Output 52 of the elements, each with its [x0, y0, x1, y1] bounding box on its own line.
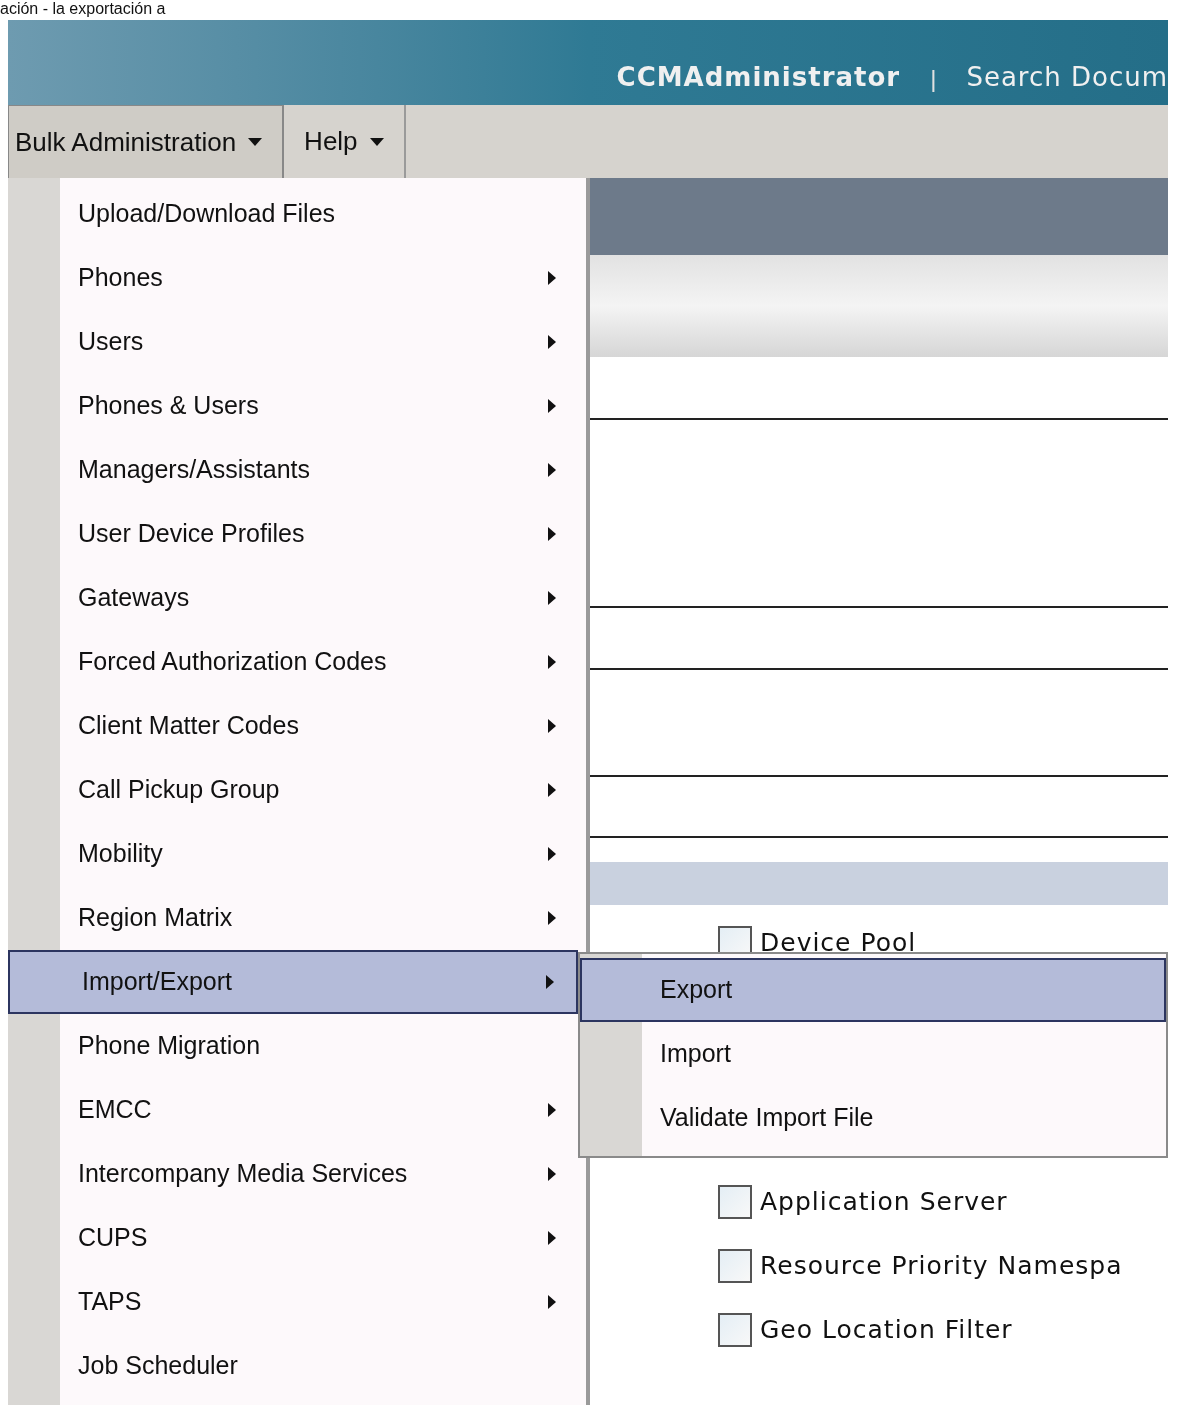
caret-icon [548, 1103, 556, 1117]
caret-icon [548, 1167, 556, 1181]
caret-icon [248, 138, 263, 146]
caret-icon [546, 975, 554, 989]
separator: | [930, 64, 937, 94]
checkbox[interactable] [718, 1249, 752, 1283]
menu-item[interactable]: EMCC [8, 1078, 578, 1142]
menu-item[interactable]: Gateways [8, 566, 578, 630]
menu-item[interactable]: Forced Authorization Codes [8, 630, 578, 694]
caption: ación - la exportación a [0, 0, 166, 18]
menu-item[interactable]: CUPS [8, 1206, 578, 1270]
checkbox-label: Geo Location Filter [760, 1314, 1013, 1347]
menu-item[interactable]: Phone Migration [8, 1014, 578, 1078]
checkbox[interactable] [718, 1185, 752, 1219]
checkbox-label: Application Server [760, 1186, 1008, 1219]
menu-button[interactable]: Bulk Administration [8, 105, 285, 178]
menu-item[interactable]: TAPS [8, 1270, 578, 1334]
menu-item[interactable]: Intercompany Media Services [8, 1142, 578, 1206]
menu-item[interactable]: Import/Export [8, 950, 578, 1014]
checkbox-label: Resource Priority Namespa [760, 1250, 1123, 1283]
caret-icon [369, 137, 384, 146]
submenu-item[interactable]: Export [580, 958, 1166, 1022]
checkbox[interactable] [718, 1313, 752, 1347]
menu-item[interactable]: Client Matter Codes [8, 694, 578, 758]
search-documentation-link[interactable]: Search Docum [966, 58, 1168, 97]
caret-icon [548, 1231, 556, 1245]
checkbox-label: Device Pool [760, 927, 917, 960]
menu-item[interactable]: Job Scheduler [8, 1334, 578, 1398]
menu-item[interactable]: Managers/Assistants [8, 438, 578, 502]
caret-icon [548, 847, 556, 861]
menu-item[interactable]: Region Matrix [8, 886, 578, 950]
menu-item[interactable]: Call Pickup Group [8, 758, 578, 822]
caret-icon [548, 335, 556, 349]
menu-item[interactable]: Phones & Users [8, 374, 578, 438]
caret-icon [548, 399, 556, 413]
submenu-item[interactable]: Import [580, 1022, 1166, 1086]
caret-icon [548, 911, 556, 925]
menu-item[interactable]: Users [8, 310, 578, 374]
menu-item[interactable]: Mobility [8, 822, 578, 886]
caret-icon [548, 527, 556, 541]
submenu-item[interactable]: Validate Import File [580, 1086, 1166, 1150]
caret-icon [548, 655, 556, 669]
caret-icon [548, 1295, 556, 1309]
caret-icon [548, 591, 556, 605]
user-name: CCMAdministrator [616, 61, 901, 94]
menu-item[interactable]: Upload/Download Files [8, 182, 578, 246]
caret-icon [548, 271, 556, 285]
caret-icon [548, 783, 556, 797]
caret-icon [548, 719, 556, 733]
caret-icon [548, 463, 556, 477]
menu-item[interactable]: Phones [8, 246, 578, 310]
menu-item[interactable]: User Device Profiles [8, 502, 578, 566]
